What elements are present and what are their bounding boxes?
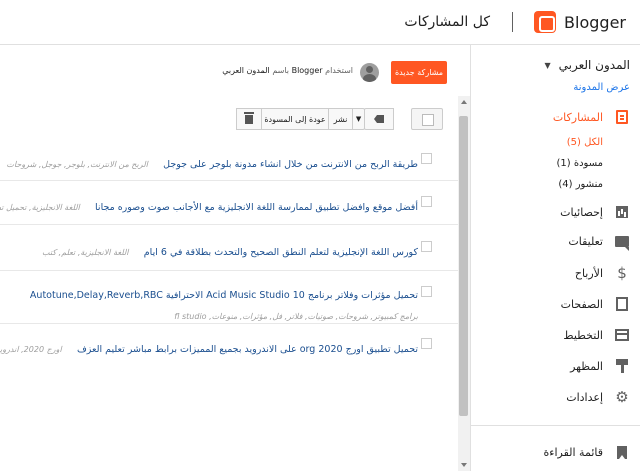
using-name: المدون العربي [222, 66, 270, 75]
using-service: Blogger [291, 66, 323, 75]
delete-button[interactable] [236, 108, 262, 130]
row-text: أفضل موقع وافضل تطبيق لممارسة اللغة الان… [0, 195, 418, 214]
sidebar-item-posts[interactable]: المشاركات [470, 107, 640, 127]
using-prefix: استخدام [325, 66, 353, 75]
sidebar-divider [470, 425, 640, 426]
sidebar-item-layout[interactable]: التخطيط [470, 325, 640, 345]
scroll-down-arrow-icon[interactable] [461, 463, 467, 467]
avatar[interactable] [360, 63, 379, 82]
pages-icon [614, 296, 630, 312]
scrollbar-thumb[interactable] [459, 116, 468, 416]
user-bar: مشاركة جديدة استخدام Blogger باسم المدون… [0, 58, 470, 88]
bookmark-icon [614, 444, 630, 460]
filter-published[interactable]: منشور (4) [558, 179, 603, 190]
sidebar-item-stats[interactable]: إحصائيات [470, 202, 640, 222]
scroll-up-arrow-icon[interactable] [461, 100, 467, 104]
using-as-text: استخدام Blogger باسم المدون العربي [160, 66, 353, 75]
list-item[interactable]: تحميل مؤثرات وفلاتر برنامج Acid Music St… [0, 271, 458, 324]
layout-icon [614, 327, 630, 343]
list-item[interactable]: أفضل موقع وافضل تطبيق لممارسة اللغة الان… [0, 181, 458, 225]
filter-drafts[interactable]: مسودة (1) [557, 158, 604, 169]
select-all-checkbox[interactable] [411, 108, 443, 130]
sidebar-item-label: إحصائيات [560, 205, 603, 219]
row-checkbox[interactable] [421, 196, 432, 207]
post-labels: اورج 2020, اندرويد, تحميل تطبيقات [0, 345, 62, 354]
sidebar-item-label: قائمة القراءة [543, 445, 603, 459]
post-labels: اللغة الانجليزية, تحميل تطبيقات, تطبيقات… [0, 203, 80, 212]
brand-name: Blogger [564, 12, 626, 32]
row-checkbox[interactable] [421, 241, 432, 252]
post-labels: اللغة الانجليزية, تعلم, كتب [42, 248, 129, 257]
sidebar-item-label: المظهر [570, 359, 603, 373]
row-text: تحميل مؤثرات وفلاتر برنامج Acid Music St… [0, 283, 418, 323]
sidebar-item-pages[interactable]: الصفحات [470, 294, 640, 314]
post-title[interactable]: تحميل تطبيق اورج 2020 org على الاندرويد … [77, 344, 418, 355]
post-title[interactable]: تحميل مؤثرات وفلاتر برنامج Acid Music St… [30, 290, 418, 301]
list-item[interactable]: تحميل تطبيق اورج 2020 org على الاندرويد … [0, 324, 458, 362]
publish-button[interactable]: نشر [328, 108, 353, 130]
sidebar-item-earnings[interactable]: $ الأرباح [470, 263, 640, 283]
sidebar: المدون العربي ▼ عرض المدونة المشاركات ال… [470, 45, 640, 471]
brand[interactable]: Blogger [534, 11, 626, 33]
sidebar-item-label: الأرباح [574, 266, 603, 280]
sidebar-item-comments[interactable]: تعليقات [470, 231, 640, 251]
label-button[interactable] [364, 108, 394, 130]
post-title[interactable]: أفضل موقع وافضل تطبيق لممارسة اللغة الان… [95, 202, 418, 213]
row-text: تحميل تطبيق اورج 2020 org على الاندرويد … [0, 337, 418, 356]
filter-all[interactable]: الكل (5) [567, 137, 603, 148]
sidebar-item-settings[interactable]: ⚙ إعدادات [470, 387, 640, 407]
theme-icon [614, 358, 630, 374]
sidebar-item-label: المشاركات [552, 110, 603, 124]
new-post-button[interactable]: مشاركة جديدة [391, 61, 447, 84]
revert-to-draft-button[interactable]: عودة إلى المسودة [261, 108, 329, 130]
sidebar-item-reading-list[interactable]: قائمة القراءة [470, 442, 640, 462]
list-item[interactable]: كورس اللغة الإنجليزية لتعلم النطق الصحيح… [0, 225, 458, 271]
blogger-logo-icon [534, 11, 557, 33]
view-blog-link[interactable]: عرض المدونة [573, 82, 630, 93]
sidebar-item-label: تعليقات [568, 234, 603, 248]
row-text: طريقة الربح من الانترنت من خلال انشاء مد… [0, 152, 418, 171]
caret-down-icon: ▼ [544, 60, 551, 70]
post-title[interactable]: طريقة الربح من الانترنت من خلال انشاء مد… [163, 159, 418, 170]
sidebar-item-label: التخطيط [563, 328, 603, 342]
list-item[interactable]: طريقة الربح من الانترنت من خلال انشاء مد… [0, 140, 458, 181]
post-title[interactable]: كورس اللغة الإنجليزية لتعلم النطق الصحيح… [144, 247, 418, 258]
comments-icon [614, 233, 630, 251]
settings-icon: ⚙ [615, 388, 629, 406]
page-title: كل المشاركات [404, 14, 490, 30]
caret-down-icon: ▼ [355, 115, 362, 123]
post-labels: الربح من الانترنت, بلوجر, جوجل, شروحات [6, 160, 148, 169]
row-checkbox[interactable] [421, 153, 432, 164]
row-checkbox[interactable] [421, 338, 432, 349]
top-bar: Blogger كل المشاركات [0, 0, 640, 45]
using-mid: باسم [272, 66, 290, 75]
posts-toolbar: ▼ نشر عودة إلى المسودة [0, 107, 458, 131]
earnings-icon: $ [617, 264, 627, 282]
main-content: مشاركة جديدة استخدام Blogger باسم المدون… [0, 45, 470, 471]
post-labels: برامج كمبيوتر, شروحات, صوتيات, فلاتر, فل… [174, 312, 418, 321]
row-text: كورس اللغة الإنجليزية لتعلم النطق الصحيح… [0, 240, 418, 259]
blog-name: المدون العربي [558, 58, 630, 72]
posts-icon [614, 109, 630, 125]
header-divider [512, 12, 513, 32]
posts-list: طريقة الربح من الانترنت من خلال انشاء مد… [0, 140, 458, 471]
tag-icon [374, 115, 384, 123]
stats-icon [614, 204, 630, 220]
row-checkbox[interactable] [421, 286, 432, 297]
blog-selector[interactable]: المدون العربي ▼ [544, 58, 630, 72]
label-dropdown-button[interactable]: ▼ [352, 108, 365, 130]
trash-icon [244, 111, 254, 124]
sidebar-item-theme[interactable]: المظهر [470, 356, 640, 376]
sidebar-item-label: إعدادات [566, 390, 603, 404]
scrollbar[interactable] [458, 96, 470, 471]
sidebar-item-label: الصفحات [560, 297, 603, 311]
